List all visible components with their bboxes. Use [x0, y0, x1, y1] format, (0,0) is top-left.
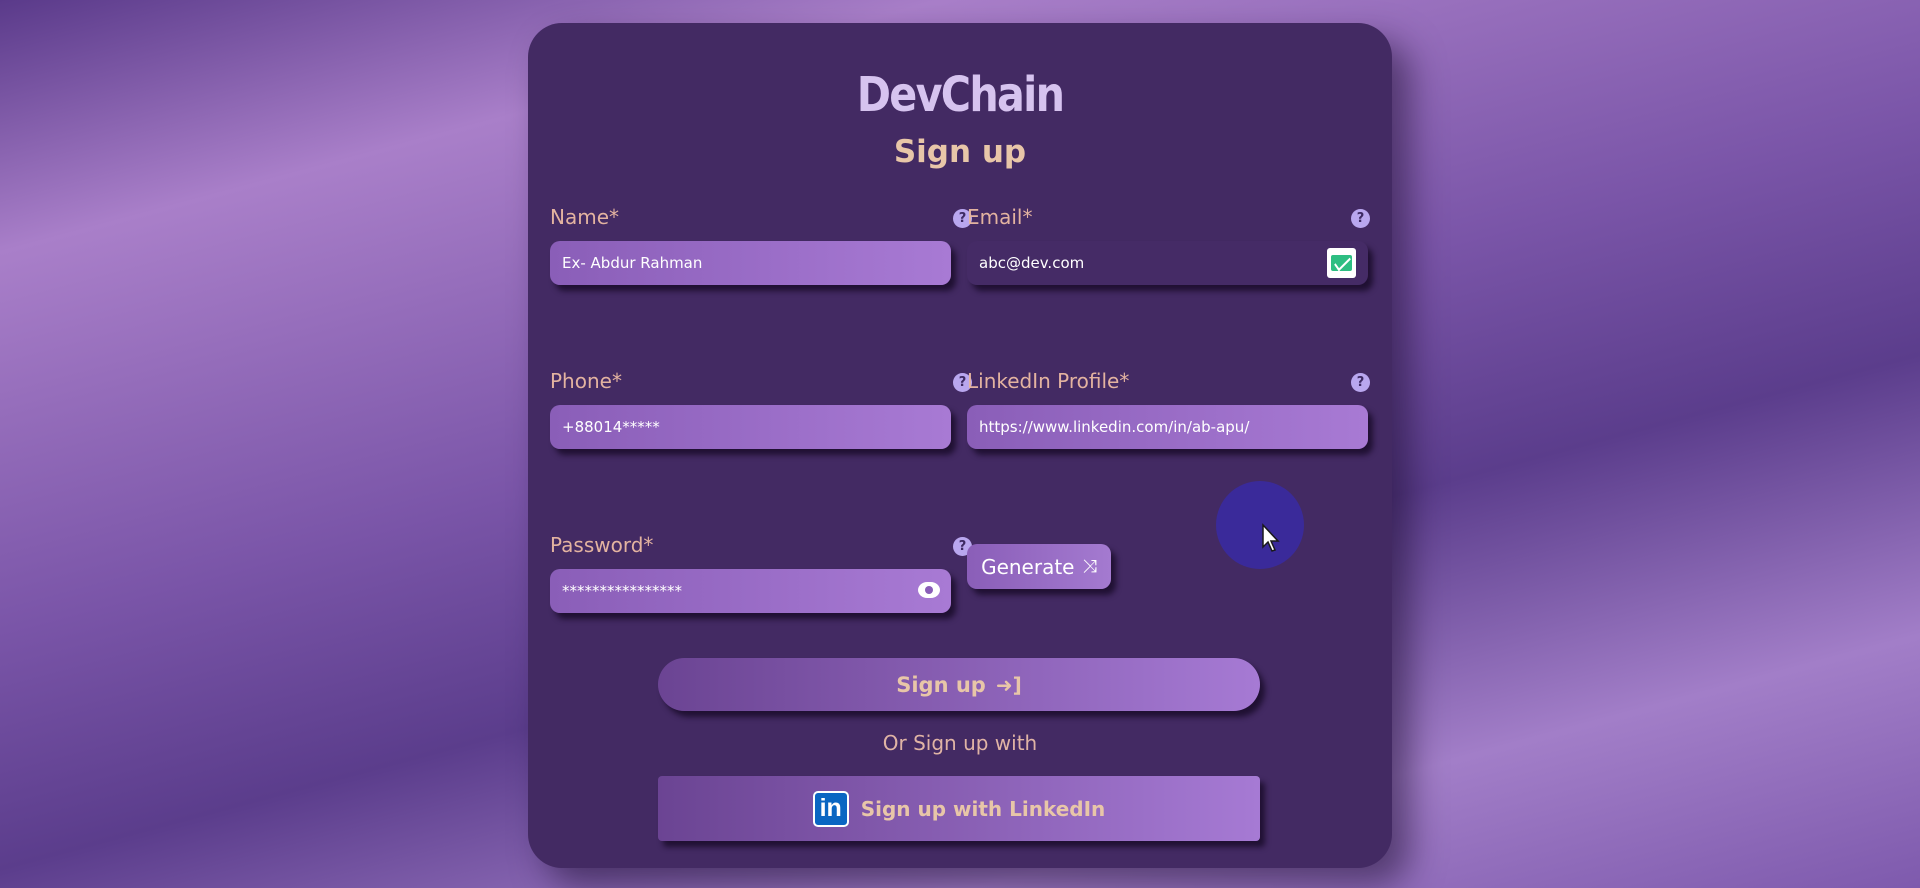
password-label: Password*	[550, 533, 654, 557]
alternative-signup-text: Or Sign up with	[882, 731, 1038, 755]
email-field-group: Email* ? abc@dev.com	[967, 205, 1397, 295]
name-field-group: Name* ? Ex- Abdur Rahman	[550, 205, 980, 295]
phone-input[interactable]: +88014*****	[550, 405, 951, 449]
linkedin-help-icon[interactable]: ?	[1351, 373, 1370, 392]
phone-label: Phone*	[550, 369, 622, 393]
generate-password-button[interactable]: Generate ⤨	[967, 544, 1111, 589]
cursor-highlight	[1216, 481, 1304, 569]
form-title: Sign up	[893, 134, 1027, 170]
name-input[interactable]: Ex- Abdur Rahman	[550, 241, 951, 285]
password-field-group: Password* ? ****************	[550, 533, 980, 623]
generate-label: Generate	[981, 554, 1075, 579]
linkedin-field-group: LinkedIn Profile* ? https://www.linkedin…	[967, 369, 1397, 459]
mouse-pointer-icon	[1262, 523, 1280, 552]
phone-field-group: Phone* ? +88014*****	[550, 369, 980, 459]
sign-up-label: Sign up	[896, 672, 986, 697]
email-value: abc@dev.com	[979, 254, 1085, 272]
eye-icon[interactable]	[917, 580, 941, 600]
password-value: ****************	[562, 582, 682, 600]
shuffle-icon: ⤨	[1082, 556, 1097, 577]
linkedin-button-label: Sign up with LinkedIn	[860, 796, 1106, 821]
linkedin-input[interactable]: https://www.linkedin.com/in/ab-apu/	[967, 405, 1368, 449]
linkedin-label: LinkedIn Profile*	[967, 369, 1130, 393]
brand-logo: DevChain	[856, 67, 1065, 123]
sign-up-with-linkedin-button[interactable]: in Sign up with LinkedIn	[658, 776, 1260, 841]
mail-icon	[1327, 248, 1356, 278]
sign-up-button[interactable]: Sign up ➜]	[658, 658, 1260, 711]
email-help-icon[interactable]: ?	[1351, 209, 1370, 228]
signup-card: DevChain Sign up Name* ? Ex- Abdur Rahma…	[528, 23, 1392, 868]
linkedin-icon: in	[812, 790, 849, 827]
email-input[interactable]: abc@dev.com	[967, 241, 1368, 285]
password-input[interactable]: ****************	[550, 569, 951, 613]
email-label: Email*	[967, 205, 1033, 229]
name-label: Name*	[550, 205, 620, 229]
sign-in-arrow-icon: ➜]	[995, 672, 1022, 697]
